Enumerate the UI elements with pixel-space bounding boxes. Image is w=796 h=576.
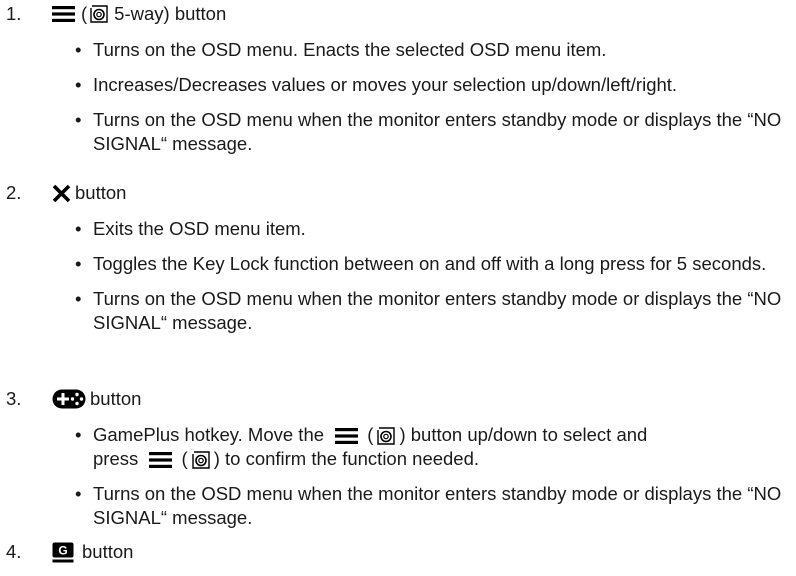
item-number: 3.	[6, 388, 22, 409]
menu-icon	[149, 451, 173, 469]
item-2: 2. button Exits the OSD menu item. Toggl…	[0, 181, 796, 335]
paren-open: (	[367, 424, 374, 445]
item-2-heading: 2. button	[0, 181, 796, 207]
item-4: 4. G button	[0, 540, 796, 566]
list-item: Turns on the OSD menu. Enacts the select…	[0, 38, 796, 62]
list-item: Turns on the OSD menu when the monitor e…	[0, 482, 796, 530]
manual-page: 1. ( 5-way) button Turns on the OSD menu…	[0, 0, 796, 576]
item-4-heading: 4. G button	[0, 540, 796, 566]
gamevisual-icon: G	[52, 542, 74, 563]
gameplus-icon	[52, 389, 86, 409]
item-3-heading: 3. button	[0, 387, 796, 413]
five-way-dial-icon	[191, 450, 211, 470]
list-item: Turns on the OSD menu when the monitor e…	[0, 287, 796, 335]
item-4-head-text: button	[82, 541, 134, 562]
paren-open: (	[81, 3, 88, 24]
list-item: GamePlus hotkey. Move the ( ) button up/…	[0, 423, 796, 471]
item-number: 4.	[6, 541, 22, 562]
list-item: Increases/Decreases values or moves your…	[0, 73, 796, 97]
bullet-text: GamePlus hotkey. Move the	[93, 424, 325, 445]
bullet-text: ) to confirm the function needed.	[213, 448, 480, 469]
item-1-head-text: 5-way) button	[114, 3, 227, 24]
menu-icon	[52, 5, 75, 23]
item-1: 1. ( 5-way) button Turns on the OSD menu…	[0, 2, 796, 156]
list-item: Toggles the Key Lock function between on…	[0, 252, 796, 276]
five-way-dial-icon	[89, 4, 109, 24]
item-number: 1.	[6, 3, 22, 24]
item-3: 3. button GamePlus hot	[0, 387, 796, 530]
paren-open: (	[181, 448, 188, 469]
item-1-heading: 1. ( 5-way) button	[0, 2, 796, 28]
gamevisual-icon-letter: G	[58, 543, 67, 557]
item-2-head-text: button	[75, 182, 127, 203]
bullet-text: ) button up/down to select and	[399, 424, 648, 445]
item-3-head-text: button	[90, 388, 142, 409]
five-way-dial-icon	[376, 426, 396, 446]
bullet-text: press	[93, 448, 139, 469]
close-icon	[52, 184, 71, 203]
list-item: Turns on the OSD menu when the monitor e…	[0, 108, 796, 156]
item-number: 2.	[6, 182, 22, 203]
menu-icon	[335, 427, 359, 445]
list-item: Exits the OSD menu item.	[0, 217, 796, 241]
